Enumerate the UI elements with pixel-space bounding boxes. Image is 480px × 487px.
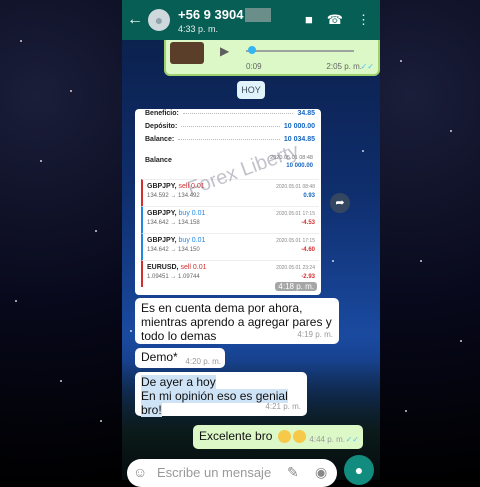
avatar[interactable]: ● [148, 9, 170, 31]
trade-prices: 1.09451 → 1.09744 [147, 274, 200, 280]
message-line: Excelente bro [199, 429, 273, 443]
contact-name: +56 9 3904 [178, 7, 244, 22]
trade-profit: -4.60 [301, 247, 315, 253]
message-time: 2:05 p. m. [326, 62, 362, 71]
message-line: mientras aprendo a agregar pares y [141, 315, 332, 329]
trade-pair: GBPJPY, [147, 210, 177, 217]
message-line: De ayer a hoy [141, 375, 216, 389]
image-message[interactable]: Beneficio: 34.85 Depósito: 10 000.00 Balan… [135, 109, 321, 295]
incoming-message[interactable]: Es en cuenta dema por ahora, mientras ap… [135, 298, 339, 344]
account-key: Beneficio: [145, 110, 179, 117]
background-left [0, 0, 122, 480]
message-time: 4:20 p. m. [185, 357, 221, 366]
redaction-box [245, 7, 272, 22]
trade-prices: 134.642 → 134.150 [147, 247, 200, 253]
trade-side: sell 0.01 [180, 264, 207, 271]
incoming-message[interactable]: Demo* 4:20 p. m. [135, 348, 225, 368]
trade-date: 2020.05.01 08:48 [276, 184, 315, 190]
trading-screenshot: Beneficio: 34.85 Depósito: 10 000.00 Balan… [135, 109, 321, 295]
contact-last-seen: 4:33 p. m. [178, 24, 219, 34]
attach-icon[interactable]: ✎ [287, 464, 299, 481]
account-key: Balance: [145, 136, 175, 143]
mic-icon[interactable]: ● [344, 455, 374, 485]
camera-icon[interactable]: ◉ [315, 464, 327, 481]
trade-row: GBPJPY, buy 0.01 134.642 → 134.150 2020.… [141, 233, 319, 260]
grin-emoji-icon [277, 430, 291, 444]
trade-pair: GBPJPY, [147, 183, 177, 190]
trade-side: sell 0.01 [178, 183, 205, 190]
trade-side: buy 0.01 [178, 210, 206, 217]
trade-date: 2020.05.01 23:24 [276, 265, 315, 271]
read-ticks-icon: ✓✓ [345, 435, 359, 444]
trade-pair: EURUSD, [147, 264, 179, 271]
balance-label: Balance [145, 157, 172, 164]
message-input[interactable]: Escribe un mensaje [157, 465, 271, 480]
voice-note-avatar [170, 42, 204, 64]
trade-profit: 0.93 [303, 193, 315, 199]
balance-date: 2020.05.01 08:48 [270, 155, 313, 161]
trade-prices: 134.642 → 134.158 [147, 220, 200, 226]
message-line: Es en cuenta dema por ahora, [141, 301, 303, 315]
account-value: 10 034.85 [283, 136, 315, 143]
trade-date: 2020.05.01 17:15 [276, 238, 315, 244]
day-separator: HOY [237, 81, 265, 99]
message-composer: ☺ Escribe un mensaje ✎ ◉ [127, 459, 337, 487]
message-time: 4:21 p. m. [265, 402, 301, 411]
forward-icon[interactable]: ➦ [330, 193, 350, 213]
more-options-icon[interactable]: ⋮ [357, 12, 370, 28]
message-time: 4:19 p. m. [297, 330, 333, 339]
thumbs-up-emoji-icon [292, 430, 306, 444]
voice-note-message: ▶ 0:09 2:05 p. m. ✓✓ [164, 38, 380, 76]
message-time: 4:44 p. m. [309, 435, 345, 444]
account-key: Depósito: [145, 123, 178, 130]
trade-prices: 134.592 → 134.492 [147, 193, 200, 199]
trade-row: GBPJPY, buy 0.01 134.642 → 134.158 2020.… [141, 206, 319, 233]
voice-progress-knob[interactable] [248, 46, 256, 54]
video-call-icon[interactable]: ■ [305, 12, 313, 28]
background-right [380, 0, 480, 480]
contact-info[interactable]: +56 9 3904 4:33 p. m. [178, 6, 272, 34]
trade-row: GBPJPY, sell 0.01 134.592 → 134.492 2020… [141, 179, 319, 206]
emoji-picker-icon[interactable]: ☺ [133, 464, 147, 480]
message-line: Demo* [141, 350, 178, 364]
trade-profit: -2.93 [301, 274, 315, 280]
trade-pair: GBPJPY, [147, 237, 177, 244]
chat-header: ← ● +56 9 3904 4:33 p. m. ■ ☎ ⋮ [122, 0, 380, 40]
account-value: 10 000.00 [283, 123, 315, 130]
phone-icon[interactable]: ☎ [327, 12, 343, 28]
message-time: 4:18 p. m. [275, 282, 317, 291]
account-value: 34.85 [297, 110, 315, 117]
trade-side: buy 0.01 [178, 237, 206, 244]
voice-progress-track[interactable] [246, 50, 354, 52]
back-arrow-icon[interactable]: ← [124, 11, 146, 29]
play-icon[interactable]: ▶ [220, 44, 229, 58]
incoming-message[interactable]: De ayer a hoy En mi opinión eso es genia… [135, 372, 307, 417]
trade-profit: -4.53 [301, 220, 315, 226]
balance-value: 10 000.00 [286, 163, 313, 169]
trade-date: 2020.05.01 17:15 [276, 211, 315, 217]
voice-duration: 0:09 [246, 62, 262, 71]
read-ticks-icon: ✓✓ [360, 62, 374, 71]
outgoing-message[interactable]: Excelente bro 4:44 p. m. ✓✓ [193, 425, 363, 449]
